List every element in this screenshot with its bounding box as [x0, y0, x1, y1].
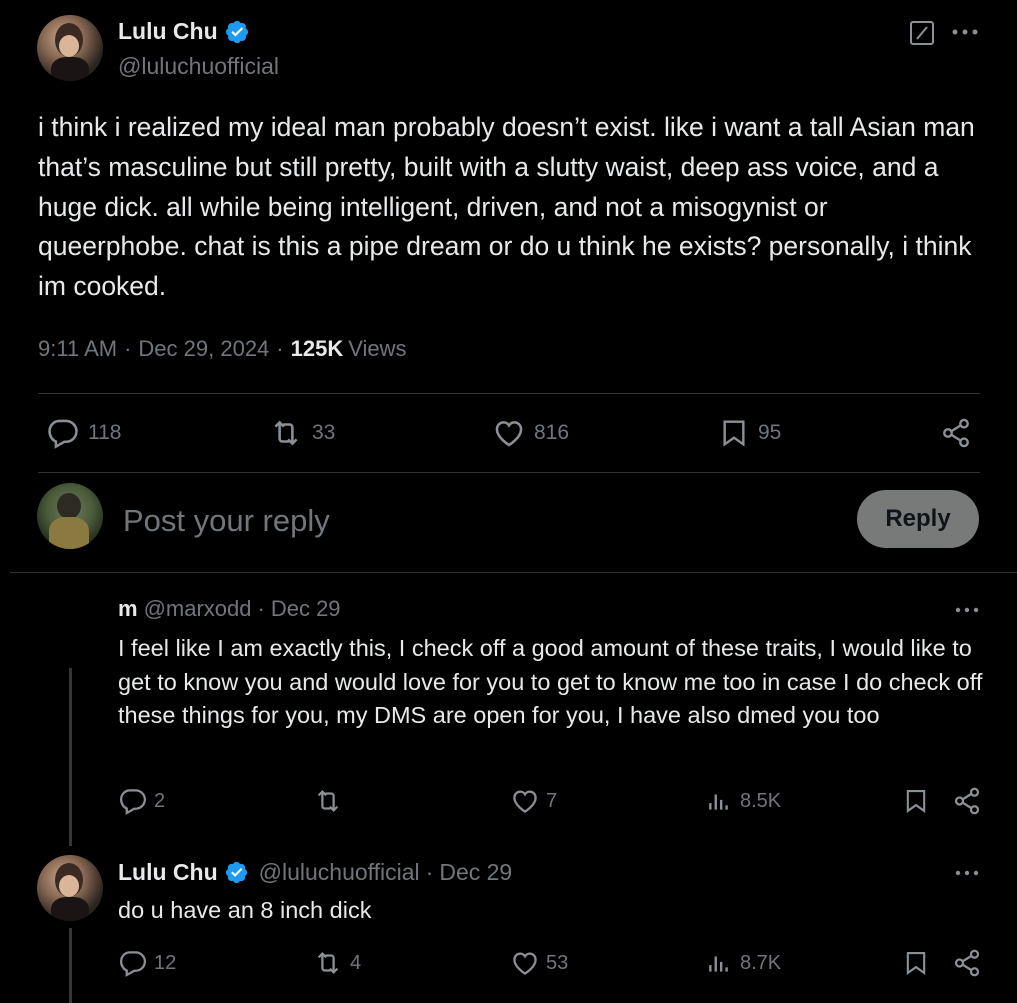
author-handle[interactable]: @luluchuofficial: [118, 53, 279, 80]
avatar[interactable]: [37, 855, 103, 921]
grok-icon[interactable]: [908, 19, 936, 47]
reply-author-name[interactable]: Lulu Chu: [118, 859, 218, 886]
reply-count: 12: [154, 951, 177, 974]
thread-line: [69, 928, 72, 1003]
author-name[interactable]: Lulu Chu: [118, 18, 218, 45]
repost-icon: [312, 786, 344, 816]
views-label: Views: [348, 336, 407, 361]
bookmark-icon[interactable]: [902, 786, 930, 816]
divider: [38, 393, 980, 394]
like-button[interactable]: 7: [510, 786, 557, 816]
reply-icon: [46, 416, 80, 450]
views-button[interactable]: 8.7K: [706, 948, 781, 978]
repost-button[interactable]: [312, 786, 350, 816]
divider: [38, 472, 980, 473]
separator: ·: [257, 596, 265, 621]
post-date[interactable]: Dec 29, 2024: [138, 336, 269, 362]
reply-submit-button[interactable]: Reply: [857, 490, 979, 548]
reply-button[interactable]: 2: [118, 786, 165, 816]
repost-icon: [312, 948, 344, 978]
reply-date[interactable]: Dec 29: [439, 859, 512, 886]
like-count: 7: [546, 789, 558, 812]
like-icon: [510, 786, 540, 816]
reply-text: I feel like I am exactly this, I check o…: [118, 635, 983, 728]
repost-count: 4: [350, 951, 362, 974]
views-button[interactable]: 8.5K: [706, 786, 781, 816]
reply-date[interactable]: Dec 29: [271, 596, 341, 622]
share-icon[interactable]: [952, 786, 982, 816]
divider: [10, 572, 1017, 573]
avatar: [37, 483, 103, 549]
reply-button[interactable]: 118: [46, 416, 121, 450]
more-icon[interactable]: [950, 28, 980, 36]
share-icon[interactable]: [940, 417, 972, 449]
bookmark-button[interactable]: 95: [718, 416, 781, 450]
share-icon[interactable]: [952, 948, 982, 978]
reply-author-handle[interactable]: @marxodd: [144, 596, 252, 622]
more-icon[interactable]: [954, 869, 980, 877]
bookmark-icon: [718, 416, 750, 450]
avatar[interactable]: [37, 15, 103, 81]
like-count: 53: [546, 951, 569, 974]
reply-count: 2: [154, 789, 166, 812]
reply-author-handle[interactable]: @luluchuofficial: [259, 859, 420, 886]
like-icon: [492, 416, 526, 450]
views-count[interactable]: 125K: [291, 336, 344, 362]
repost-count: 33: [312, 421, 336, 444]
views-count: 8.7K: [740, 951, 782, 974]
thread-line: [69, 668, 72, 846]
reply-text: do u have an 8 inch dick: [118, 897, 372, 923]
reply-input[interactable]: [121, 498, 825, 544]
views-icon: [706, 786, 732, 816]
like-button[interactable]: 53: [510, 948, 568, 978]
reply-button[interactable]: 12: [118, 948, 176, 978]
bookmark-icon[interactable]: [902, 948, 930, 978]
repost-button[interactable]: 4: [312, 948, 361, 978]
repost-button[interactable]: 33: [268, 416, 335, 450]
like-icon: [510, 948, 540, 978]
post-time[interactable]: 9:11 AM: [38, 336, 117, 362]
post-text: i think i realized my ideal man probably…: [38, 112, 975, 302]
bookmark-count: 95: [758, 421, 782, 444]
like-button[interactable]: 816: [492, 416, 569, 450]
verified-badge-icon: [224, 19, 250, 45]
views-count: 8.5K: [740, 789, 782, 812]
more-icon[interactable]: [954, 606, 980, 614]
reply-author-name[interactable]: m: [118, 596, 138, 622]
reply-icon: [118, 786, 148, 816]
separator: ·: [124, 336, 132, 361]
separator: ·: [276, 336, 284, 361]
like-count: 816: [534, 421, 570, 444]
separator: ·: [425, 859, 434, 885]
reply-count: 118: [88, 421, 122, 444]
views-icon: [706, 948, 732, 978]
repost-icon: [268, 416, 304, 450]
verified-badge-icon: [224, 860, 249, 885]
reply-icon: [118, 948, 148, 978]
